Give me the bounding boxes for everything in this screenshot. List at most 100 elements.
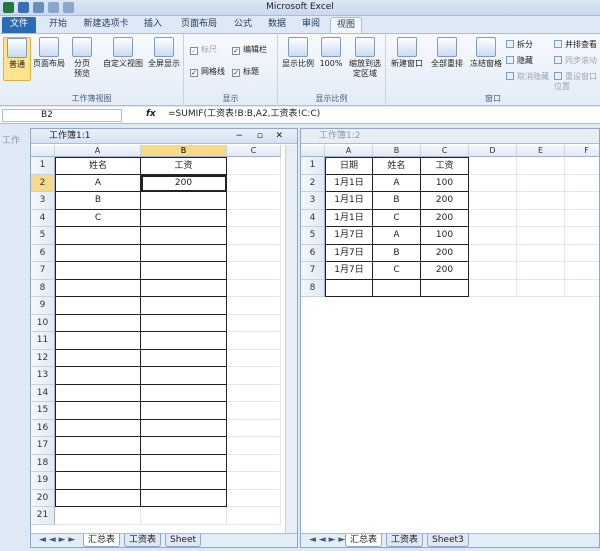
cell-A3[interactable]: 1月1日 [325, 192, 373, 210]
row-header-17[interactable]: 17 [31, 437, 55, 455]
sheet-tab[interactable]: 汇总表 [345, 534, 383, 547]
row-header-12[interactable]: 12 [31, 349, 55, 367]
sync-scroll-button[interactable]: 同步滚动 [554, 56, 597, 66]
cell-D7[interactable] [469, 262, 517, 280]
cell-C20[interactable] [227, 489, 281, 507]
cell-B20[interactable] [141, 489, 227, 507]
cell-B1[interactable]: 姓名 [373, 157, 421, 175]
column-header-D[interactable]: D [469, 145, 517, 157]
cell-A15[interactable] [55, 402, 141, 420]
cell-A11[interactable] [55, 332, 141, 350]
formula-input[interactable]: =SUMIF(工资表!B:B,A2,工资表!C:C) [168, 109, 320, 120]
cell-C18[interactable] [227, 454, 281, 472]
sheet-tab[interactable]: 汇总表 [83, 534, 121, 547]
cell-C3[interactable] [227, 192, 281, 210]
cell-B4[interactable] [141, 209, 227, 227]
cell-A1[interactable]: 姓名 [55, 157, 141, 175]
tab-new[interactable]: 新建选项卡 [78, 17, 134, 33]
cell-A21[interactable] [55, 507, 141, 525]
gridlines-checkbox[interactable]: ✓ 网格线 [190, 67, 225, 77]
column-header-A[interactable]: A [325, 145, 373, 157]
row-header-18[interactable]: 18 [31, 454, 55, 472]
cell-B16[interactable] [141, 419, 227, 437]
cell-C7[interactable]: 200 [421, 262, 469, 280]
cell-D6[interactable] [469, 244, 517, 262]
cell-B1[interactable]: 工资 [141, 157, 227, 175]
sheet-tab[interactable]: 工资表 [386, 534, 424, 547]
new-window-button[interactable]: 新建窗口 [388, 37, 426, 69]
row-header-9[interactable]: 9 [31, 297, 55, 315]
cell-C19[interactable] [227, 472, 281, 490]
cell-C10[interactable] [227, 314, 281, 332]
vertical-scrollbar[interactable] [285, 145, 297, 533]
restore-icon[interactable]: ▫ [257, 129, 263, 143]
row-header-15[interactable]: 15 [31, 402, 55, 420]
minimize-icon[interactable]: − [235, 129, 243, 143]
cell-F5[interactable] [565, 227, 599, 245]
row-header-3[interactable]: 3 [301, 192, 325, 210]
cell-A9[interactable] [55, 297, 141, 315]
cell-B8[interactable] [373, 279, 421, 297]
column-header-B[interactable]: B [141, 145, 227, 157]
row-header-14[interactable]: 14 [31, 384, 55, 402]
cell-F7[interactable] [565, 262, 599, 280]
cell-A7[interactable] [55, 262, 141, 280]
cell-A20[interactable] [55, 489, 141, 507]
cell-B3[interactable]: B [373, 192, 421, 210]
row-header-13[interactable]: 13 [31, 367, 55, 385]
cell-E5[interactable] [517, 227, 565, 245]
cell-C15[interactable] [227, 402, 281, 420]
cell-F3[interactable] [565, 192, 599, 210]
insert-function-icon[interactable]: fx [146, 109, 156, 119]
tab-home[interactable]: 开始 [42, 17, 74, 33]
tab-review[interactable]: 审阅 [296, 17, 326, 33]
row-header-3[interactable]: 3 [31, 192, 55, 210]
sheet-tab[interactable]: Sheet [165, 534, 202, 547]
close-icon[interactable]: ✕ [275, 129, 283, 143]
tab-insert[interactable]: 插入 [138, 17, 168, 33]
cell-F6[interactable] [565, 245, 599, 262]
cell-E2[interactable] [517, 174, 565, 192]
cell-A17[interactable] [55, 437, 141, 455]
cell-C7[interactable] [227, 262, 281, 280]
row-header-4[interactable]: 4 [301, 209, 325, 227]
cell-C21[interactable] [227, 507, 281, 525]
tab-data[interactable]: 数据 [262, 17, 292, 33]
row-header-5[interactable]: 5 [31, 227, 55, 245]
row-header-7[interactable]: 7 [301, 262, 325, 280]
cell-A2[interactable]: A [55, 174, 141, 192]
row-header-11[interactable]: 11 [31, 332, 55, 350]
cell-B2[interactable]: 200 [141, 174, 227, 192]
cell-F2[interactable] [565, 175, 599, 192]
cell-C5[interactable] [227, 227, 281, 245]
cell-B2[interactable]: A [373, 174, 421, 192]
cell-C13[interactable] [227, 367, 281, 385]
cell-A6[interactable] [55, 244, 141, 262]
cell-A4[interactable]: 1月1日 [325, 209, 373, 227]
cell-B17[interactable] [141, 437, 227, 455]
cell-B4[interactable]: C [373, 209, 421, 227]
cell-B14[interactable] [141, 384, 227, 402]
cell-E4[interactable] [517, 209, 565, 227]
arrange-all-button[interactable]: 全部重排 [428, 37, 466, 69]
cell-F1[interactable] [565, 157, 599, 175]
row-header-21[interactable]: 21 [31, 507, 55, 525]
cell-C12[interactable] [227, 349, 281, 367]
cell-E8[interactable] [517, 279, 565, 297]
cell-C8[interactable] [227, 279, 281, 297]
column-header-E[interactable]: E [517, 145, 565, 157]
unhide-button[interactable]: 取消隐藏 [506, 72, 549, 82]
cell-A14[interactable] [55, 384, 141, 402]
cell-B9[interactable] [141, 297, 227, 315]
select-all-corner[interactable] [31, 145, 55, 157]
cell-E1[interactable] [517, 157, 565, 175]
cell-A4[interactable]: C [55, 209, 141, 227]
cell-A12[interactable] [55, 349, 141, 367]
select-all-corner[interactable] [301, 145, 325, 157]
cell-C1[interactable] [227, 157, 281, 175]
cell-B7[interactable]: C [373, 262, 421, 280]
row-header-10[interactable]: 10 [31, 314, 55, 332]
cell-D3[interactable] [469, 192, 517, 210]
cell-B13[interactable] [141, 367, 227, 385]
cell-C6[interactable] [227, 244, 281, 262]
